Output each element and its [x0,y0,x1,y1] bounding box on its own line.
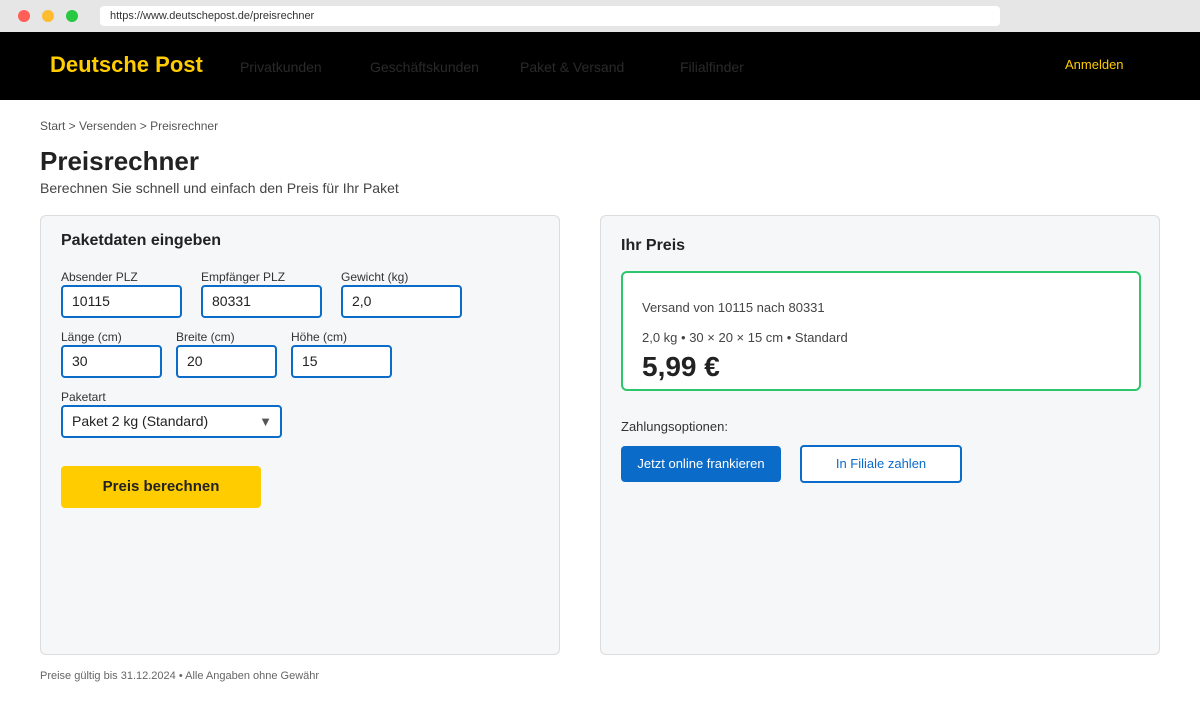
nav-item-filialfinder[interactable]: Filialfinder [680,59,744,75]
close-window-icon[interactable] [18,10,30,22]
parcel-type-label: Paketart [61,390,106,404]
shipping-route: Versand von 10115 nach 80331 [642,300,825,315]
height-input[interactable]: 15 [291,345,392,378]
price-disclaimer: Preise gültig bis 31.12.2024 • Alle Anga… [40,670,320,682]
nav-item-geschaeftskunden[interactable]: Geschäftskunden [370,59,479,75]
width-label: Breite (cm) [176,330,235,344]
recipient-zip-label: Empfänger PLZ [201,270,286,284]
payment-options-label: Zahlungsoptionen: [621,419,728,434]
width-input[interactable]: 20 [176,345,277,378]
site-header: Deutsche Post Privatkunden Geschäftskund… [0,32,1200,100]
sender-zip-input[interactable]: 10115 [61,285,182,318]
breadcrumb[interactable]: Start > Versenden > Preisrechner [40,119,218,133]
price-summary-box: Versand von 10115 nach 80331 2,0 kg • 30… [621,271,1141,391]
browser-chrome: https://www.deutschepost.de/preisrechner [0,0,1200,32]
address-bar[interactable]: https://www.deutschepost.de/preisrechner [100,6,1000,26]
maximize-window-icon[interactable] [66,10,78,22]
brand-logo[interactable]: Deutsche Post [50,52,203,78]
recipient-zip-input[interactable]: 80331 [201,285,322,318]
price-value: 5,99 € [642,351,720,382]
sender-zip-label: Absender PLZ [61,270,138,284]
nav-item-paket-versand[interactable]: Paket & Versand [520,59,624,75]
page-title: Preisrechner [40,146,199,176]
login-link[interactable]: Anmelden [1065,57,1124,72]
form-title: Paketdaten eingeben [61,232,222,249]
weight-input[interactable]: 2,0 [341,285,462,318]
result-title: Ihr Preis [621,237,686,254]
parcel-type-value: Paket 2 kg (Standard) [72,413,209,429]
page-subtitle: Berechnen Sie schnell und einfach den Pr… [40,180,399,196]
parcel-type-select[interactable]: Paket 2 kg (Standard) ▼ [61,405,282,438]
pay-online-button[interactable]: Jetzt online frankieren [621,446,781,482]
parcel-form-panel: Paketdaten eingeben Absender PLZ 10115 E… [40,215,560,655]
parcel-details: 2,0 kg • 30 × 20 × 15 cm • Standard [642,330,848,345]
price-result-panel: Ihr Preis Versand von 10115 nach 80331 2… [600,215,1160,655]
height-label: Höhe (cm) [291,330,348,344]
pay-in-branch-button[interactable]: In Filiale zahlen [800,445,962,483]
nav-item-privatkunden[interactable]: Privatkunden [240,59,322,75]
minimize-window-icon[interactable] [42,10,54,22]
calculate-price-button[interactable]: Preis berechnen [61,466,261,508]
weight-label: Gewicht (kg) [341,270,409,284]
length-label: Länge (cm) [61,330,122,344]
dropdown-arrow-icon: ▼ [259,414,272,429]
length-input[interactable]: 30 [61,345,162,378]
